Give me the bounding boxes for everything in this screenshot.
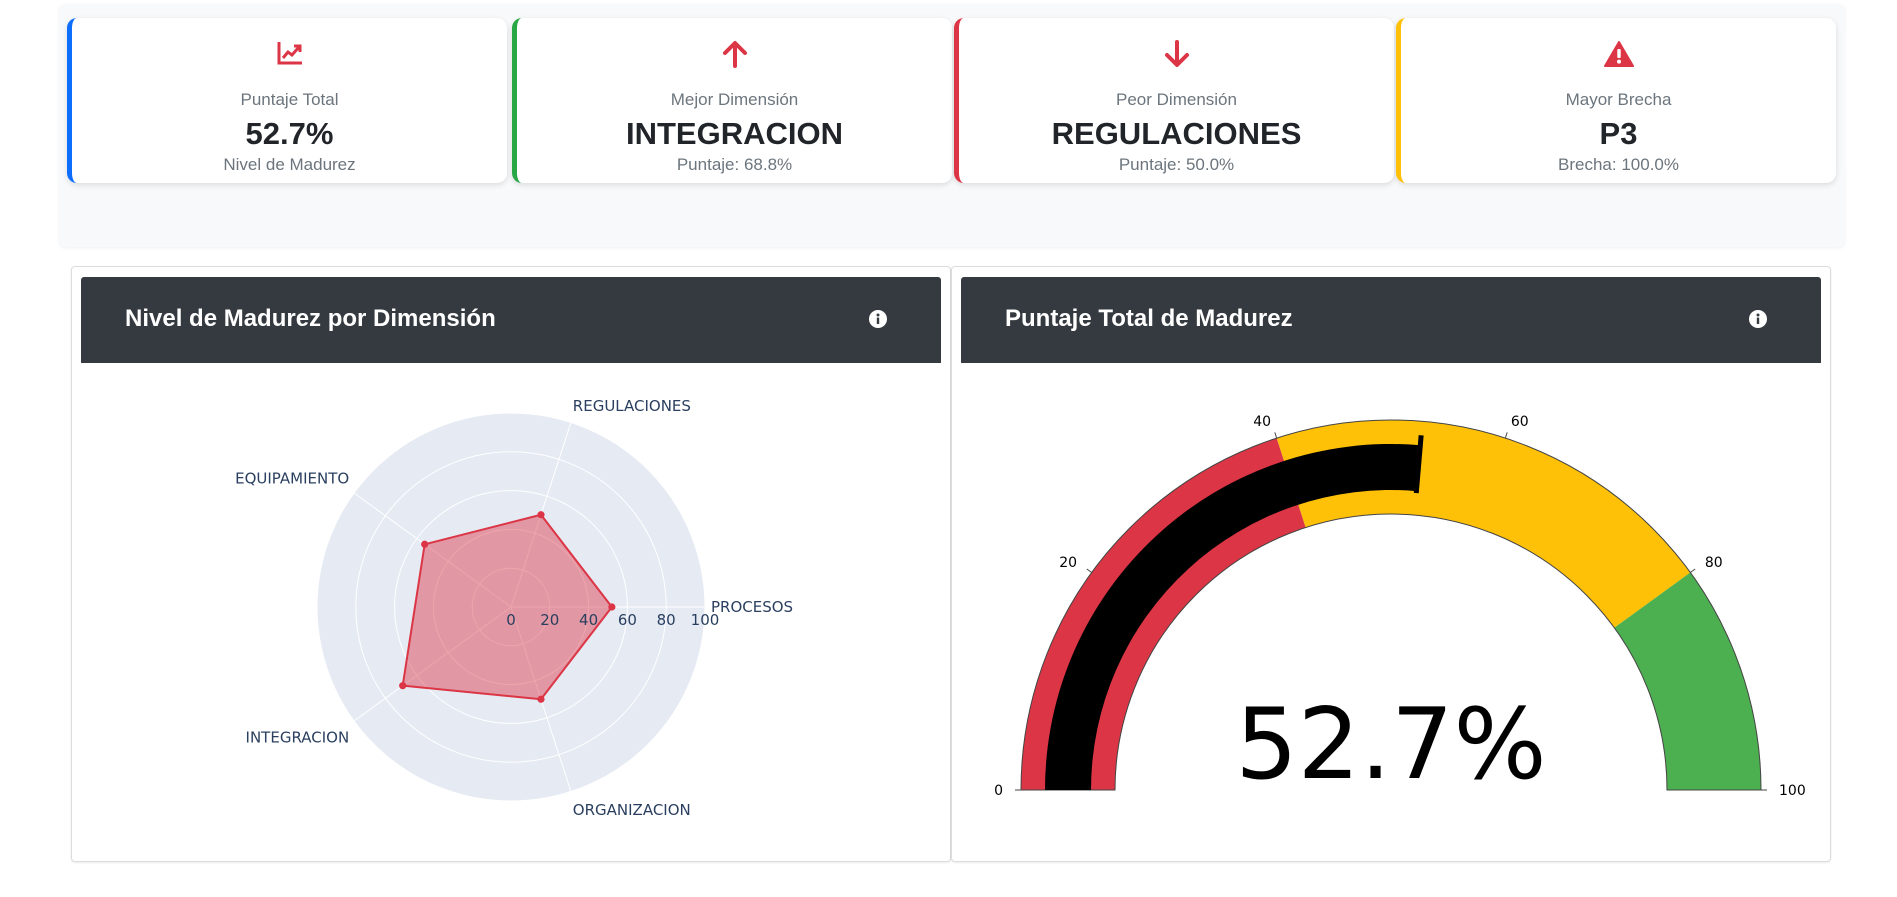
gauge-tick-label: 60 [1511, 414, 1529, 430]
radar-tick-label: 80 [657, 611, 676, 629]
gauge-value-label: 52.7% [1235, 688, 1546, 802]
radar-point [537, 695, 545, 703]
radar-point [608, 603, 616, 611]
gauge-tick [1086, 568, 1092, 573]
kpi-value: REGULACIONES [1051, 116, 1302, 151]
arrow-down-icon [959, 40, 1394, 70]
gauge-tick-label: 100 [1779, 783, 1806, 799]
radar-point [421, 540, 429, 548]
info-icon[interactable] [869, 310, 887, 328]
gauge-tick-label: 40 [1253, 414, 1271, 430]
kpi-subtitle: Brecha: 100.0% [1558, 155, 1679, 174]
panel-title: Puntaje Total de Madurez [1005, 305, 1293, 332]
kpi-subtitle: Puntaje: 68.8% [676, 155, 793, 174]
kpi-label: Mejor Dimensión [670, 90, 799, 109]
radar-axis-label: REGULACIONES [573, 397, 691, 415]
radar-axis-label: INTEGRACION [246, 729, 350, 747]
kpi-label: Mayor Brecha [1565, 90, 1672, 109]
kpi-summary-section: Puntaje Total 52.7% Nivel de Madurez Mej… [59, 4, 1845, 247]
gauge-tick-label: 20 [1059, 555, 1077, 571]
gauge-tick-label: 0 [994, 783, 1003, 799]
radar-tick-label: 40 [579, 611, 598, 629]
panel-header: Nivel de Madurez por Dimensión [81, 277, 941, 363]
radar-point [537, 511, 545, 519]
kpi-value: P3 [1599, 116, 1638, 151]
kpi-label: Peor Dimensión [1116, 90, 1237, 109]
info-icon[interactable] [1749, 310, 1767, 328]
kpi-subtitle: Puntaje: 50.0% [1118, 155, 1235, 174]
kpi-value: INTEGRACION [626, 116, 843, 151]
gauge-chart-panel: 0 20 40 60 80 100 52.7% Puntaje Total de Madur… [951, 266, 1831, 862]
radar-axis-label: PROCESOS [711, 598, 793, 616]
radar-point [399, 682, 407, 690]
gauge-tick [1274, 432, 1278, 439]
gauge-tick [1690, 568, 1696, 573]
radar-tick-label: 0 [506, 611, 516, 629]
radar-chart-panel: 0 20 40 60 80 100 PROCESOS REGULACIONES EQUIPAMI… [71, 266, 951, 862]
kpi-value: 52.7% [245, 116, 334, 151]
kpi-card-total-score: Puntaje Total 52.7% Nivel de Madurez [67, 18, 507, 183]
gauge-tick-label: 80 [1705, 555, 1723, 571]
kpi-card-largest-gap: Mayor Brecha P3 Brecha: 100.0% [1396, 18, 1836, 183]
kpi-card-worst-dimension: Peor Dimensión REGULACIONES Puntaje: 50.… [954, 18, 1394, 183]
arrow-up-icon [517, 40, 952, 70]
panel-header: Puntaje Total de Madurez [961, 277, 1821, 363]
kpi-card-best-dimension: Mejor Dimensión INTEGRACION Puntaje: 68.… [512, 18, 952, 183]
radar-tick-label: 20 [540, 611, 559, 629]
radar-axis-label: EQUIPAMIENTO [235, 469, 349, 487]
chart-line-icon [72, 40, 507, 70]
gauge-tick [1504, 432, 1508, 439]
radar-tick-label: 60 [618, 611, 637, 629]
kpi-label: Puntaje Total [240, 90, 339, 109]
warning-triangle-icon [1401, 40, 1836, 70]
radar-axis-label: ORGANIZACION [573, 801, 691, 819]
panel-title: Nivel de Madurez por Dimensión [125, 305, 496, 332]
kpi-subtitle: Nivel de Madurez [223, 155, 356, 174]
